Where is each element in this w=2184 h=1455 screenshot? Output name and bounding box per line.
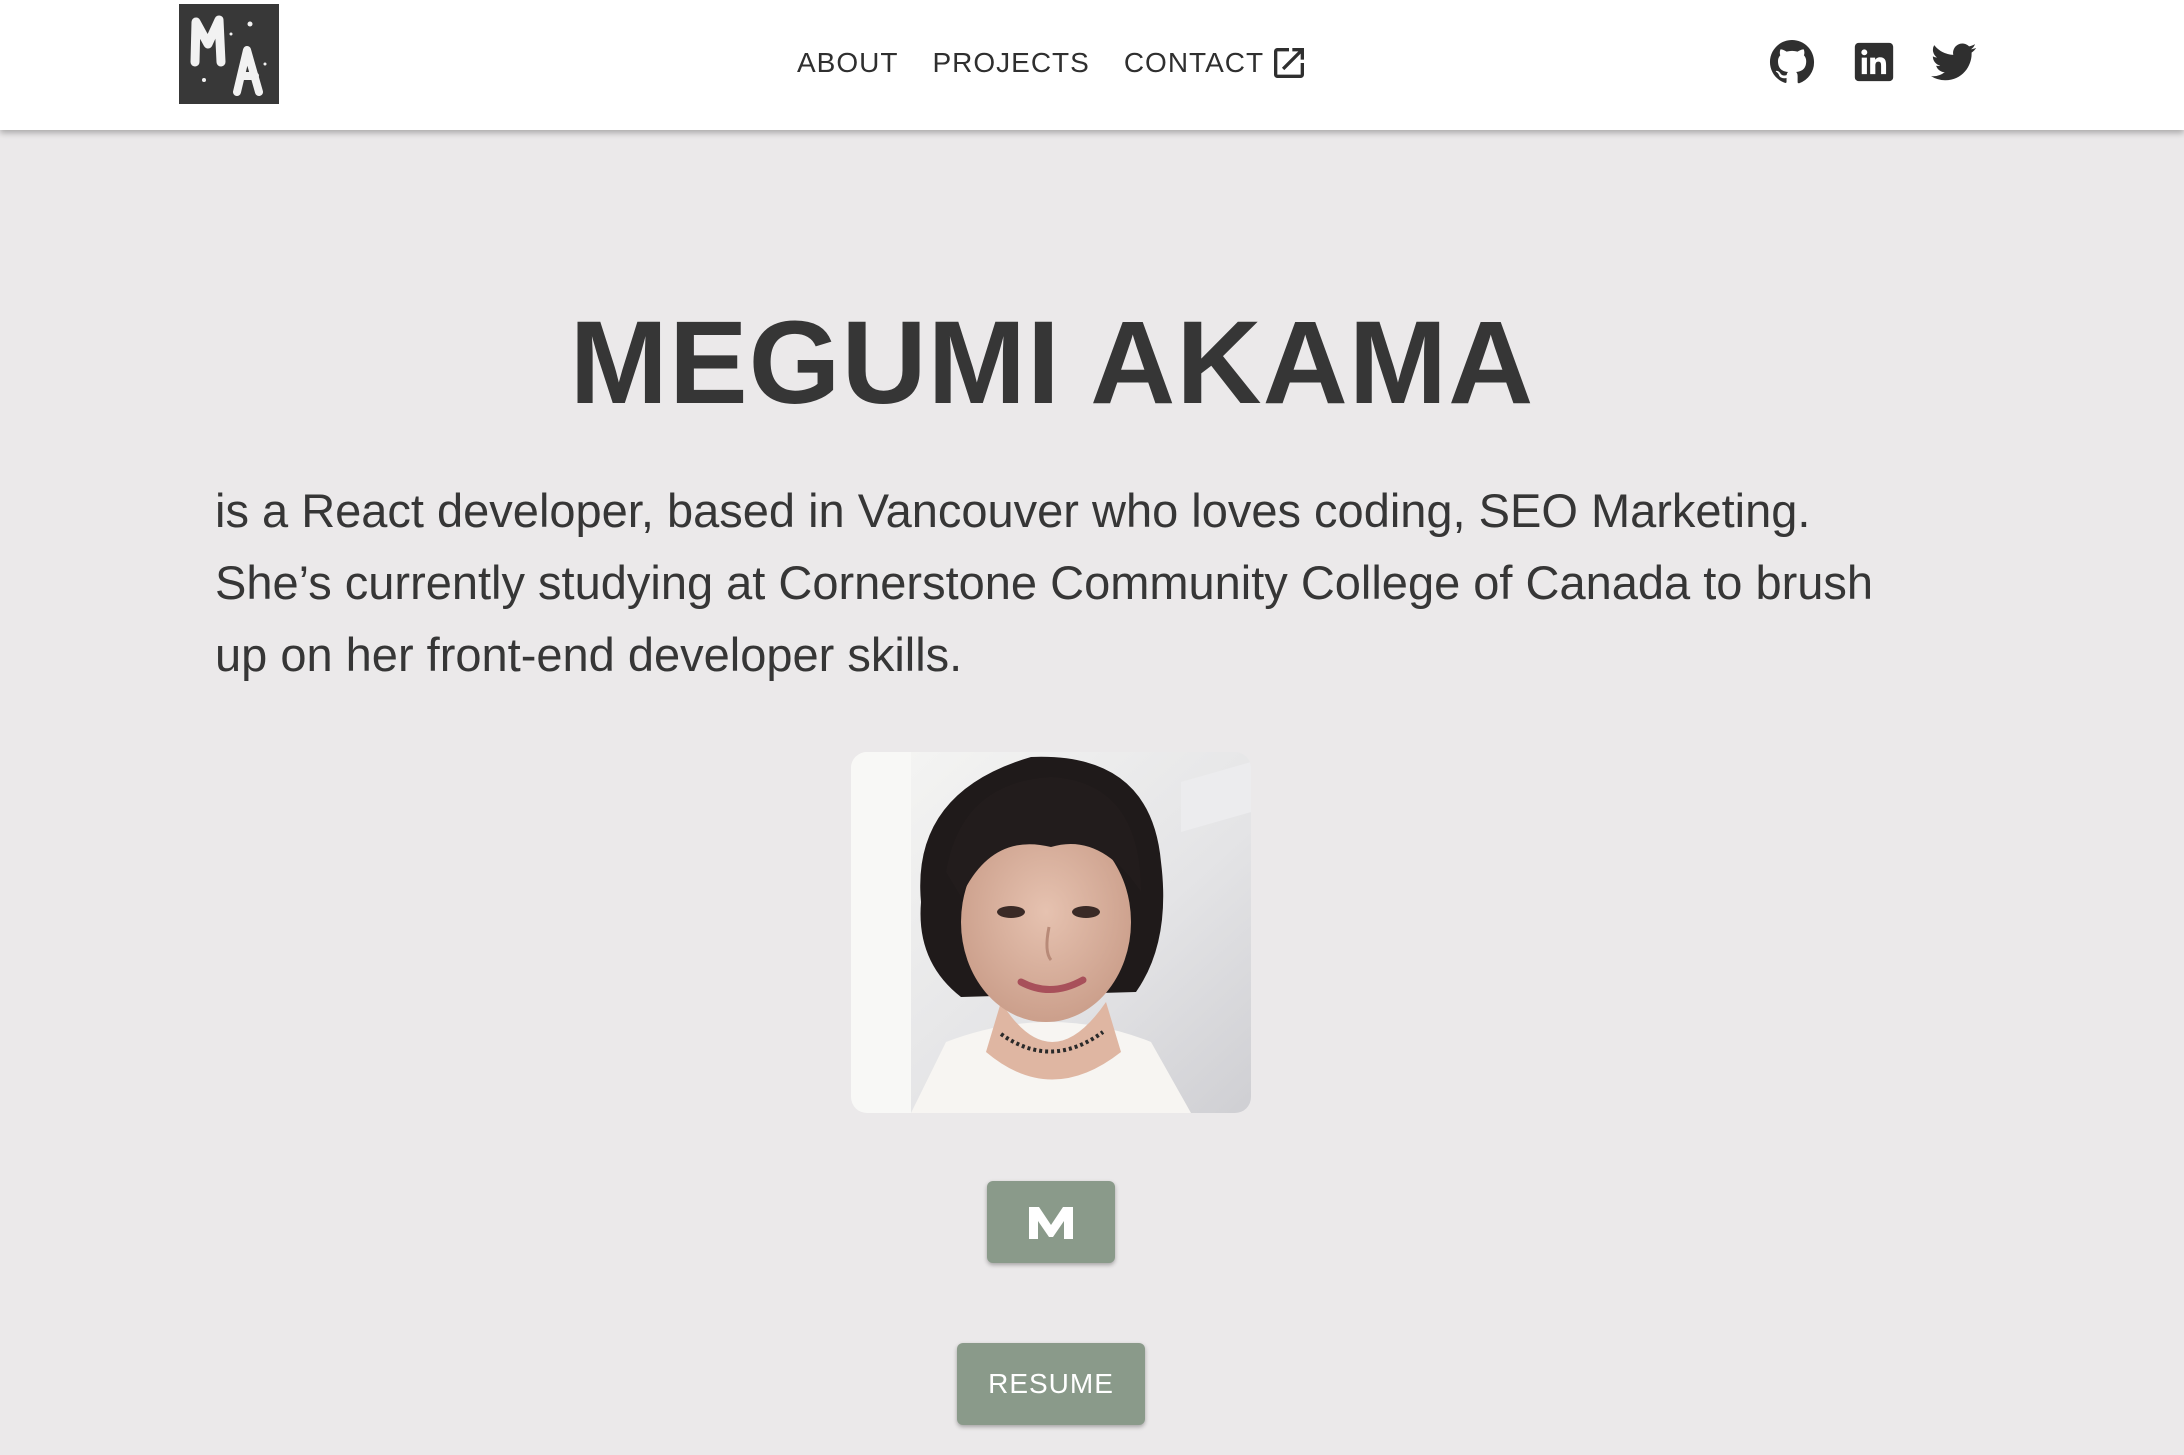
intro-paragraph: is a React developer, based in Vancouver… — [215, 484, 1874, 681]
twitter-icon — [1931, 43, 1977, 81]
linkedin-link[interactable] — [1849, 37, 1899, 87]
github-icon — [1769, 39, 1815, 84]
twitter-link[interactable] — [1929, 37, 1979, 87]
medium-icon — [1029, 1207, 1073, 1239]
github-link[interactable] — [1767, 37, 1817, 87]
resume-button[interactable]: RESUME — [957, 1343, 1145, 1425]
portrait-illustration — [851, 752, 1251, 1113]
main-nav: ABOUT PROJECTS CONTACT — [797, 38, 1309, 88]
logo-mark-icon — [179, 4, 279, 104]
nav-contact-link[interactable]: CONTACT — [1124, 43, 1309, 83]
medium-button[interactable] — [987, 1181, 1115, 1263]
profile-photo — [851, 752, 1251, 1113]
external-link-icon — [1274, 48, 1305, 78]
logo[interactable] — [179, 4, 279, 104]
nav-contact-label: CONTACT — [1123, 47, 1265, 78]
hero-name-heading: MEGUMI AKAMA — [569, 297, 1535, 429]
linkedin-icon — [1854, 42, 1894, 82]
top-navbar: ABOUT PROJECTS CONTACT — [0, 0, 2184, 130]
nav-projects-link[interactable]: PROJECTS — [932, 47, 1089, 79]
nav-about-link[interactable]: ABOUT — [797, 47, 898, 79]
